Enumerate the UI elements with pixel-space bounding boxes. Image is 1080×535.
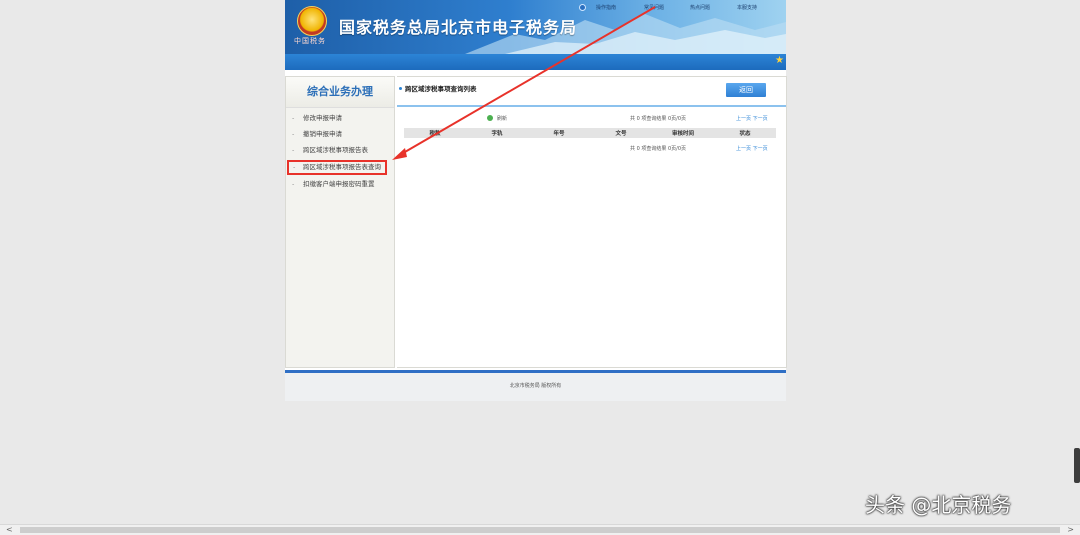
column-header: 税款 [404, 128, 466, 138]
top-link-support[interactable]: 本服支持 [737, 4, 757, 11]
top-link-faq[interactable]: 常见问题 [644, 4, 664, 11]
panel-title-text: 跨区域涉税事项查询列表 [405, 85, 477, 93]
sidebar-item-revoke-declaration[interactable]: - 撤销申报申请 [286, 128, 394, 141]
main-panel: 跨区域涉税事项查询列表 返回 刷新 共 0 项查询结果 0页/0页 上一页 下一… [397, 76, 787, 368]
sidebar-menu: - 修改申报申请 - 撤销申报申请 - 跨区域涉税事项报告表 - 跨区域涉税事项报告表查… [286, 112, 394, 191]
dash-marker: - [292, 114, 295, 122]
vertical-scrollbar-thumb[interactable] [1074, 448, 1080, 483]
watermark: 头条 @北京税务 [865, 493, 1012, 517]
table-header-row: 税款 字轨 年号 文号 审核时间 状态 [404, 128, 776, 138]
site-header: 中国税务 国家税务总局北京市电子税务局 操作指南 常见问题 热点问题 本服支持 [285, 0, 786, 54]
pager: 上一页 下一页 [736, 115, 768, 122]
sidebar-item-label: 跨区域涉税事项报告表查询 [303, 163, 381, 171]
emblem-caption: 中国税务 [294, 37, 326, 45]
panel-title: 跨区域涉税事项查询列表 [397, 83, 477, 93]
column-header: 年号 [528, 128, 590, 138]
prev-page-link[interactable]: 上一页 [736, 146, 751, 152]
top-links: 操作指南 常见问题 热点问题 本服支持 [580, 3, 780, 13]
sidebar-item-password-reset[interactable]: - 扣缴客户端申报密码重置 [286, 178, 394, 191]
site-title: 国家税务总局北京市电子税务局 [339, 18, 578, 37]
result-count: 共 0 项查询结果 0页/0页 [630, 116, 686, 122]
sidebar-item-modify-declaration[interactable]: - 修改申报申请 [286, 112, 394, 125]
page-footer: 北京市税务局 版权所有 [285, 373, 786, 401]
prev-page-link[interactable]: 上一页 [736, 116, 751, 122]
nav-bar [285, 54, 786, 70]
top-link-hot[interactable]: 热点问题 [690, 4, 710, 11]
dash-marker: - [293, 163, 296, 171]
sidebar-item-label: 跨区域涉税事项报告表 [303, 146, 368, 154]
sidebar-item-cross-region-query[interactable]: - 跨区域涉税事项报告表查询 [287, 160, 387, 175]
sidebar-item-cross-region-report[interactable]: - 跨区域涉税事项报告表 [286, 144, 394, 157]
divider [397, 105, 786, 107]
column-header: 字轨 [466, 128, 528, 138]
sidebar-item-label: 扣缴客户端申报密码重置 [303, 180, 375, 188]
top-link-guide[interactable]: 操作指南 [596, 4, 616, 11]
result-table: 税款 字轨 年号 文号 审核时间 状态 [404, 128, 776, 138]
refresh-link[interactable]: 刷新 [497, 115, 507, 122]
dash-marker: - [292, 180, 295, 188]
sidebar-title: 综合业务办理 [286, 77, 394, 108]
return-button[interactable]: 返回 [726, 83, 766, 97]
tax-emblem-icon [297, 6, 327, 36]
next-page-link[interactable]: 下一页 [753, 116, 768, 122]
column-header: 状态 [714, 128, 776, 138]
dash-marker: - [292, 146, 295, 154]
result-count: 共 0 项查询结果 0页/0页 [630, 146, 686, 152]
horizontal-scrollbar[interactable]: < > [0, 524, 1080, 535]
column-header: 文号 [590, 128, 652, 138]
pager: 上一页 下一页 [736, 145, 768, 152]
dash-marker: - [292, 130, 295, 138]
sidebar-item-label: 修改申报申请 [303, 114, 342, 122]
sidebar-item-label: 撤销申报申请 [303, 130, 342, 138]
sidebar: 综合业务办理 - 修改申报申请 - 撤销申报申请 - 跨区域涉税事项报告表 - 跨区域涉… [285, 76, 395, 368]
page-container: 中国税务 国家税务总局北京市电子税务局 操作指南 常见问题 热点问题 本服支持 … [285, 0, 787, 401]
star-icon[interactable]: ★ [775, 56, 784, 66]
refresh-icon[interactable] [487, 115, 493, 121]
next-page-link[interactable]: 下一页 [753, 146, 768, 152]
bottom-pager-row: 共 0 项查询结果 0页/0页 上一页 下一页 [397, 144, 786, 154]
column-header: 审核时间 [652, 128, 714, 138]
bullet-icon [399, 87, 402, 90]
toolbar-row: 刷新 共 0 项查询结果 0页/0页 上一页 下一页 [397, 114, 786, 124]
scrollbar-thumb[interactable] [20, 527, 1060, 533]
